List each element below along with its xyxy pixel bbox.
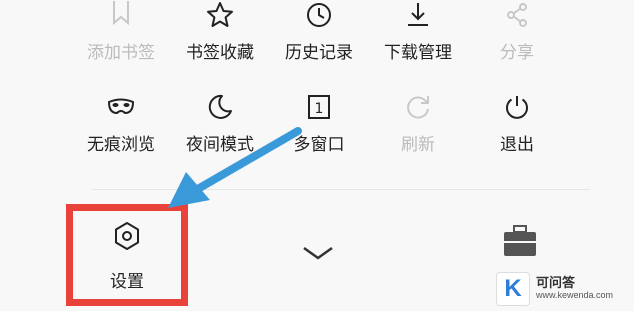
menu-divider — [92, 189, 590, 190]
settings-button[interactable]: 设置 — [73, 211, 181, 299]
menu-label: 多窗口 — [293, 135, 345, 155]
refresh-item[interactable]: 刷新 — [368, 92, 468, 162]
moon-icon — [205, 92, 235, 122]
refresh-icon — [403, 92, 433, 122]
history-item[interactable]: 历史记录 — [269, 0, 369, 70]
star-icon — [205, 0, 235, 30]
download-icon — [403, 0, 433, 30]
chevron-down-icon — [303, 246, 333, 260]
menu-label: 历史记录 — [285, 43, 353, 63]
toolbox-icon — [504, 225, 536, 256]
clock-icon — [304, 0, 334, 30]
menu-label: 夜间模式 — [186, 135, 254, 155]
power-icon — [502, 92, 532, 122]
menu-label: 刷新 — [401, 135, 435, 155]
toolbox-button[interactable] — [500, 220, 540, 260]
menu-label: 分享 — [500, 43, 534, 63]
window-count-badge: 1 — [315, 101, 324, 117]
multi-window-item[interactable]: 1 多窗口 — [269, 92, 369, 162]
watermark-logo: K — [496, 272, 530, 306]
hexagon-settings-icon — [112, 221, 142, 251]
add-bookmark-item[interactable]: 添加书签 — [71, 0, 171, 70]
incognito-item[interactable]: 无痕浏览 — [71, 92, 171, 162]
menu-label: 书签收藏 — [186, 43, 254, 63]
bookmarks-item[interactable]: 书签收藏 — [170, 0, 270, 70]
menu-label: 无痕浏览 — [87, 135, 155, 155]
settings-label: 设置 — [110, 272, 144, 292]
night-mode-item[interactable]: 夜间模式 — [170, 92, 270, 162]
exit-item[interactable]: 退出 — [467, 92, 567, 162]
watermark-url: www.kewenda.com — [536, 290, 614, 301]
mask-icon — [106, 92, 136, 122]
watermark-title: 可问答 — [536, 275, 576, 291]
menu-label: 添加书签 — [87, 43, 155, 63]
bookmark-add-icon — [106, 0, 136, 30]
share-item[interactable]: 分享 — [467, 0, 567, 70]
window-count-icon: 1 — [304, 92, 334, 122]
menu-label: 退出 — [500, 135, 534, 155]
collapse-menu-button[interactable] — [300, 242, 336, 266]
share-icon — [502, 0, 532, 30]
menu-label: 下载管理 — [384, 43, 452, 63]
watermark: K 可问答 www.kewenda.com — [496, 272, 620, 306]
downloads-item[interactable]: 下载管理 — [368, 0, 468, 70]
